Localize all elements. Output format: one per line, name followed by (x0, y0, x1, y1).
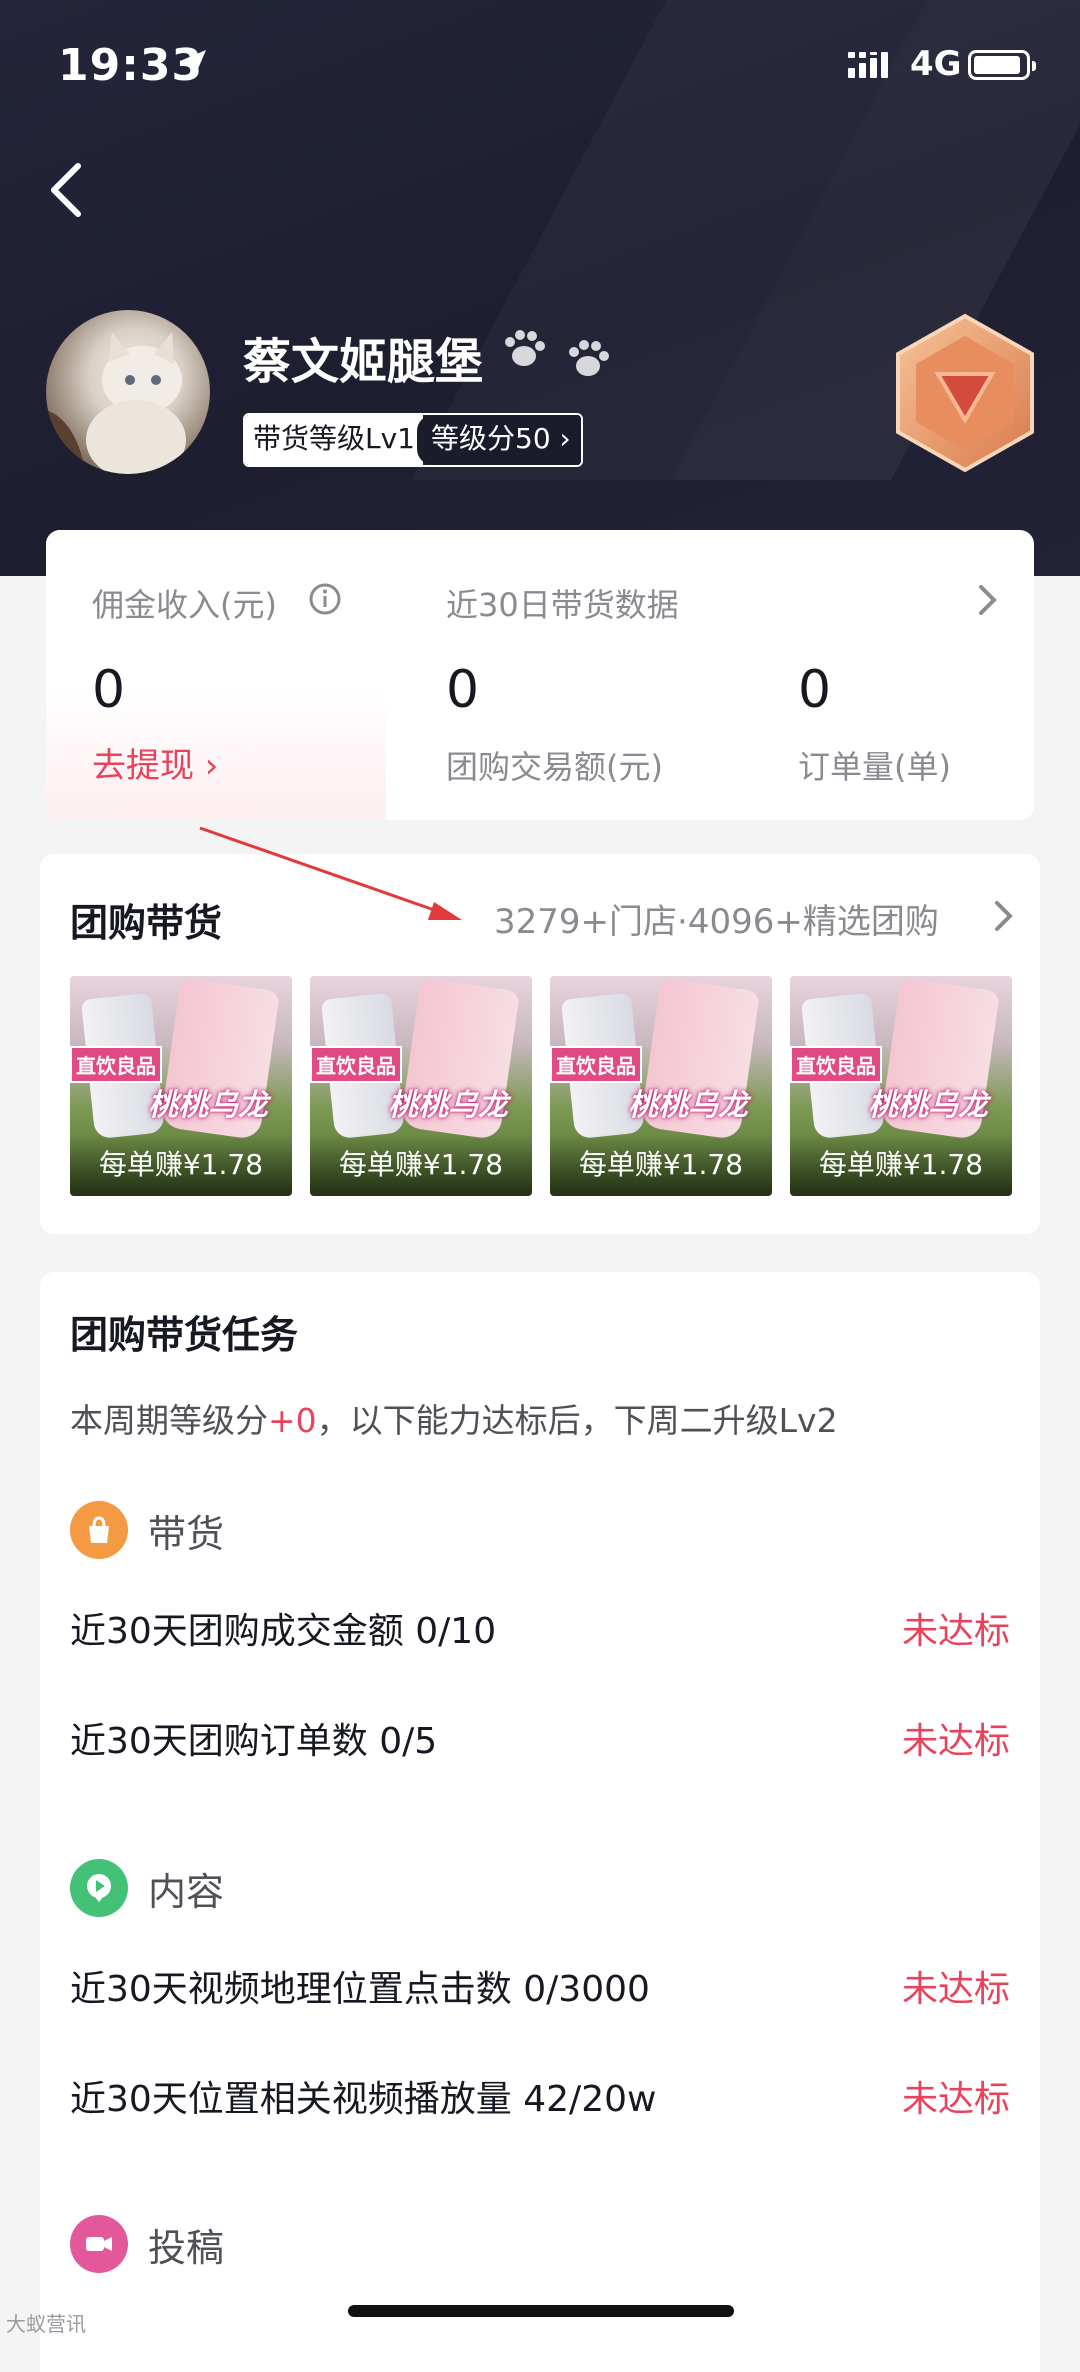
product-tag: 直饮良品 (790, 1046, 882, 1083)
product-tag: 直饮良品 (550, 1046, 642, 1083)
tasks-description: 本周期等级分+0，以下能力达标后，下周二升级Lv2 (70, 1401, 838, 1440)
product-thumb[interactable]: 直饮良品 桃桃乌龙 每单赚¥1.78 (310, 976, 532, 1196)
product-thumb[interactable]: 直饮良品 桃桃乌龙 每单赚¥1.78 (550, 976, 772, 1196)
product-name: 桃桃乌龙 (388, 1088, 508, 1123)
task-label: 近30天团购成交金额 0/10 (70, 1611, 497, 1652)
task-row: 近30天位置相关视频播放量 42/20w 未达标 (70, 2062, 1010, 2122)
tasks-card: 团购带货任务 本周期等级分+0，以下能力达标后，下周二升级Lv2 带货 近30天… (40, 1272, 1040, 2372)
category-delivery: 带货 (70, 1500, 224, 1560)
product-name: 桃桃乌龙 (868, 1088, 988, 1123)
product-thumb[interactable]: 直饮良品 桃桃乌龙 每单赚¥1.78 (70, 976, 292, 1196)
watermark: 大蚁营讯 (6, 2312, 86, 2336)
product-earn: 每单赚¥1.78 (790, 1134, 1012, 1196)
task-status: 未达标 (901, 1969, 1010, 2010)
product-tag: 直饮良品 (70, 1046, 162, 1083)
task-label: 近30天视频地理位置点击数 0/3000 (70, 1969, 650, 2010)
home-indicator[interactable] (348, 2305, 734, 2317)
product-earn: 每单赚¥1.78 (310, 1134, 532, 1196)
task-label: 近30天团购订单数 0/5 (70, 1721, 438, 1762)
product-name: 桃桃乌龙 (628, 1088, 748, 1123)
product-earn: 每单赚¥1.78 (70, 1134, 292, 1196)
category-submission: 投稿 (70, 2214, 224, 2274)
category-label: 内容 (148, 1869, 225, 1914)
task-row: 近30天团购成交金额 0/10 未达标 (70, 1594, 1010, 1654)
shopping-bag-icon (70, 1501, 128, 1559)
category-content: 内容 (70, 1858, 224, 1918)
video-camera-icon (70, 2215, 128, 2273)
play-icon (70, 1859, 128, 1917)
product-tag: 直饮良品 (310, 1046, 402, 1083)
task-status: 未达标 (901, 1611, 1010, 1652)
task-row: 近30天视频地理位置点击数 0/3000 未达标 (70, 1952, 1010, 2012)
task-status: 未达标 (901, 2079, 1010, 2120)
task-row: 近30天团购订单数 0/5 未达标 (70, 1704, 1010, 1764)
tasks-title: 团购带货任务 (70, 1313, 299, 1357)
product-earn: 每单赚¥1.78 (550, 1134, 772, 1196)
product-thumb[interactable]: 直饮良品 桃桃乌龙 每单赚¥1.78 (790, 976, 1012, 1196)
product-name: 桃桃乌龙 (148, 1088, 268, 1123)
task-status: 未达标 (901, 1721, 1010, 1762)
category-label: 投稿 (148, 2225, 225, 2270)
annotation-arrow (199, 826, 462, 920)
task-label: 近30天位置相关视频播放量 42/20w (70, 2079, 657, 2120)
category-label: 带货 (148, 1511, 225, 1556)
